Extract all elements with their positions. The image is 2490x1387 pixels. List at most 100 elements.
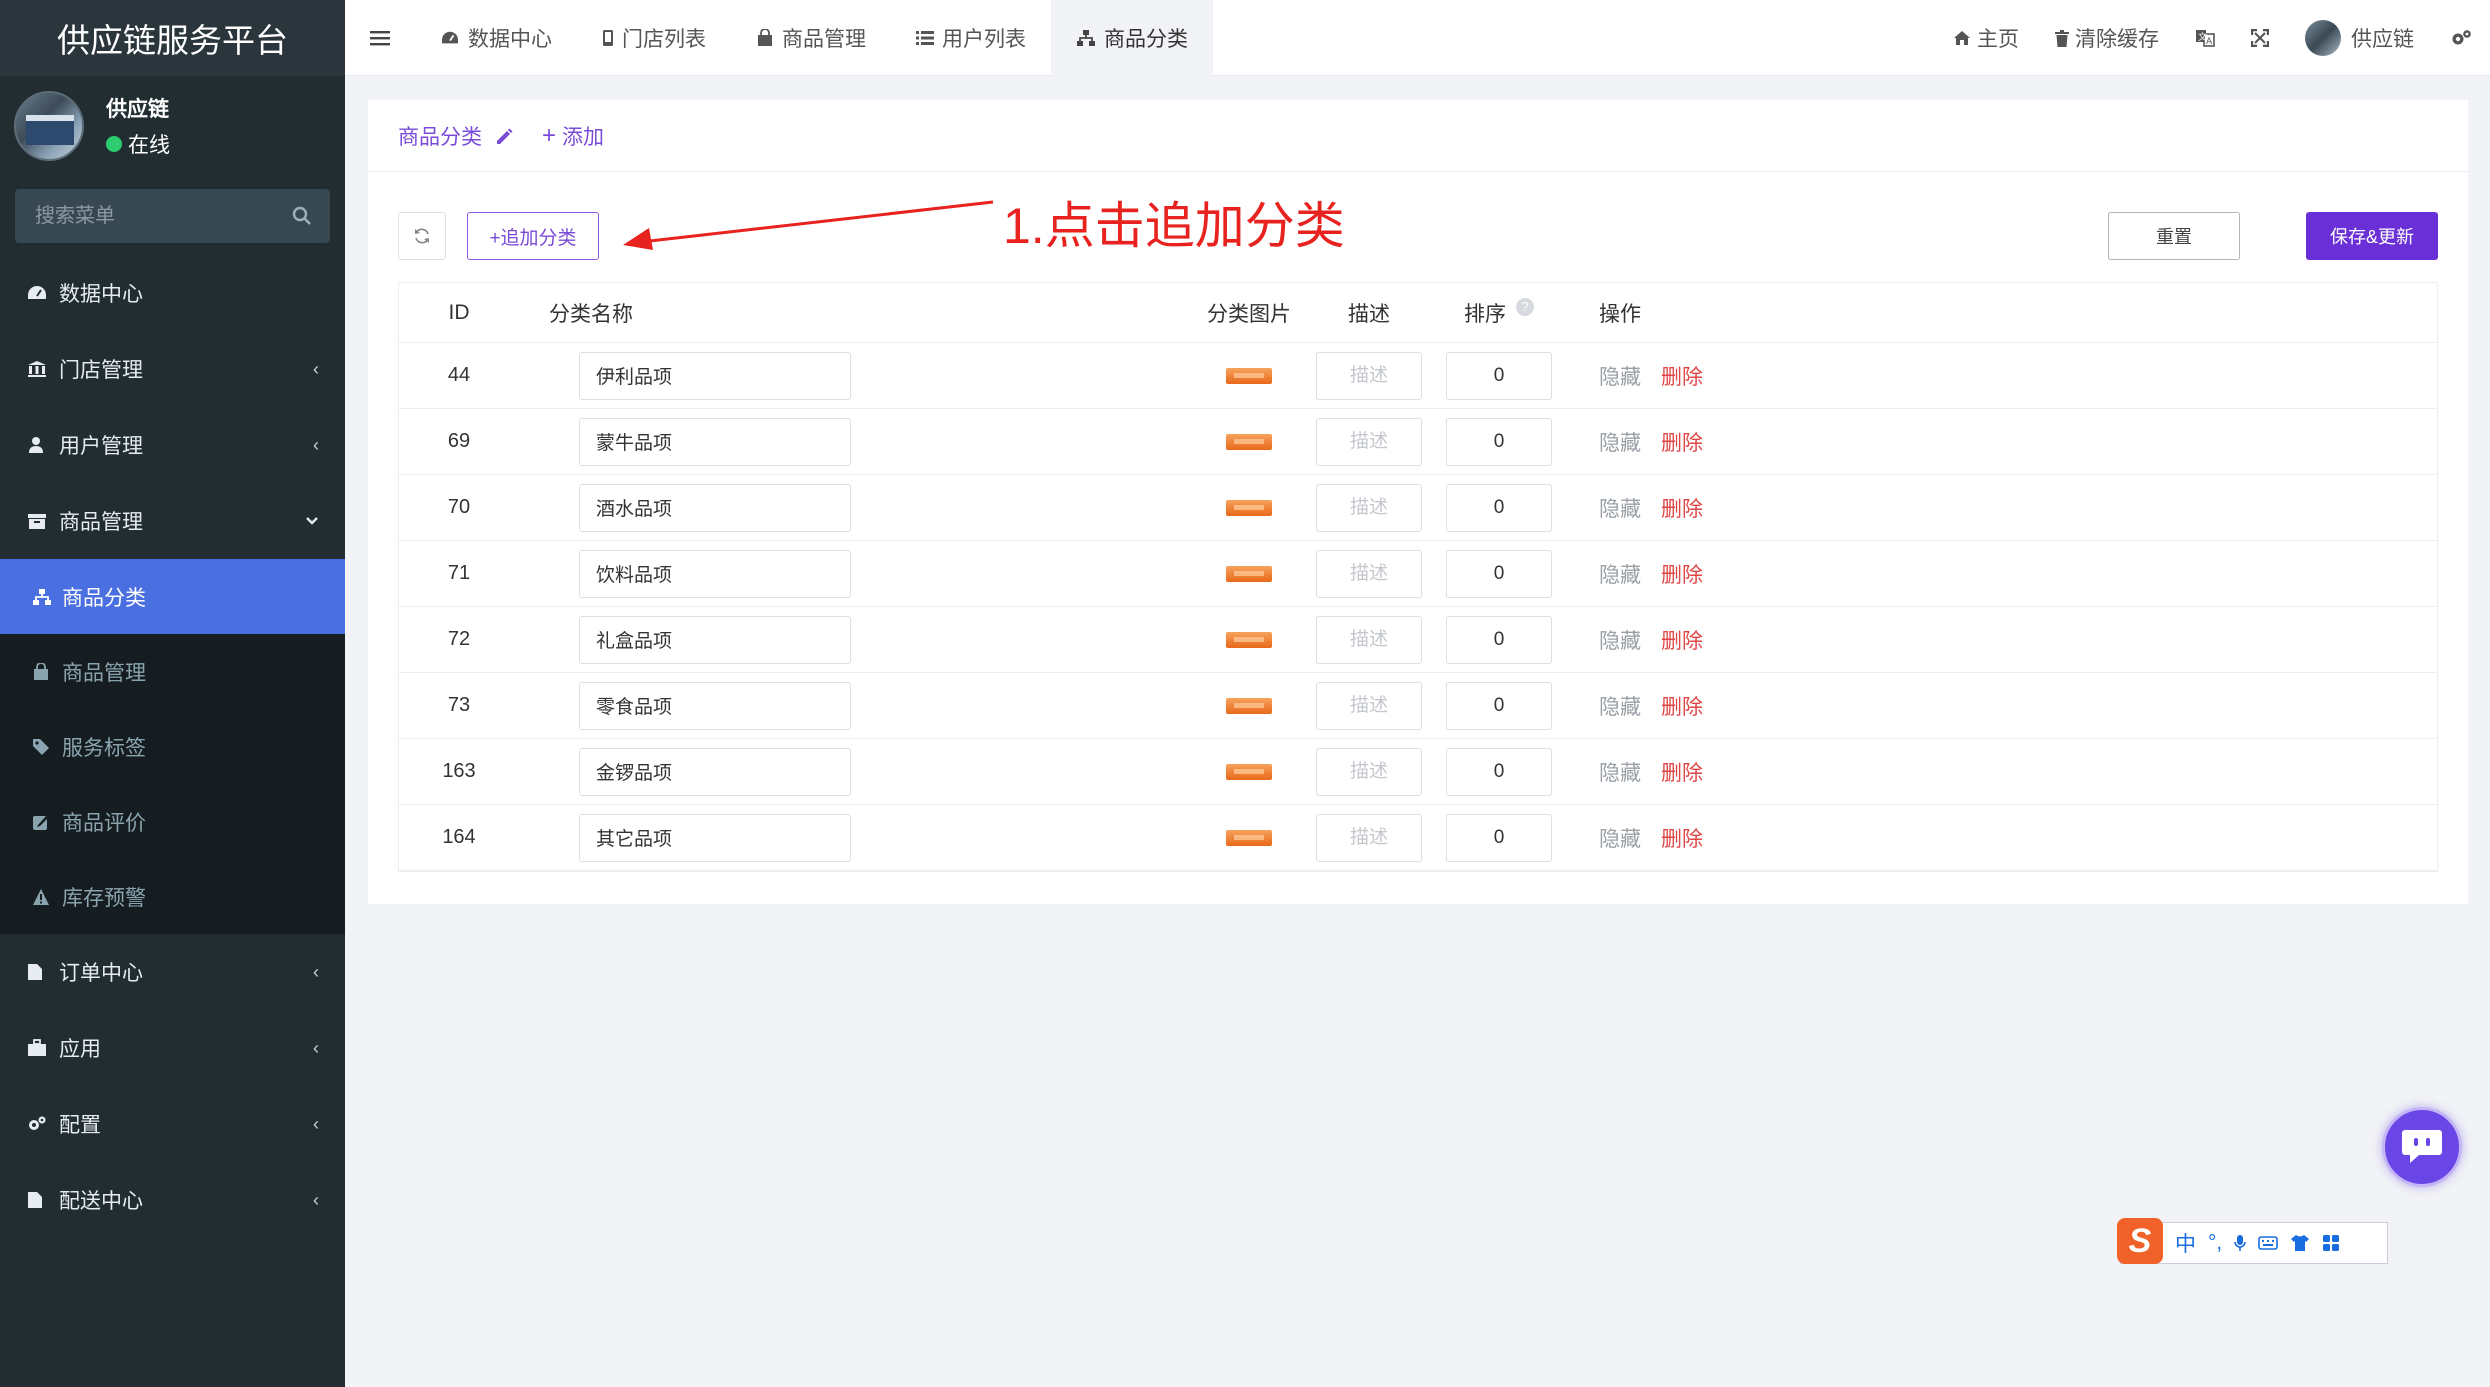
category-sort-input[interactable]: [1446, 483, 1552, 532]
tab-user-list[interactable]: 用户列表: [891, 0, 1051, 76]
category-desc-input[interactable]: [1316, 681, 1422, 730]
menu-toggle-icon[interactable]: [345, 30, 415, 46]
category-thumbnail[interactable]: [1226, 433, 1272, 450]
sidebar-item-service-tags[interactable]: 服务标签: [0, 709, 345, 784]
add-category-button[interactable]: +追加分类: [467, 212, 599, 260]
category-name-input[interactable]: [579, 813, 851, 862]
sidebar-item-label: 商品管理: [59, 511, 143, 534]
bag-icon: [756, 28, 774, 47]
breadcrumb-title[interactable]: 商品分类: [398, 121, 482, 151]
sidebar-item-category[interactable]: 商品分类: [0, 559, 345, 634]
category-thumbnail[interactable]: [1226, 565, 1272, 582]
category-name-input[interactable]: [579, 549, 851, 598]
category-thumbnail[interactable]: [1226, 631, 1272, 648]
tab-category[interactable]: 商品分类: [1051, 0, 1213, 76]
category-thumbnail[interactable]: [1226, 367, 1272, 384]
category-thumbnail[interactable]: [1226, 697, 1272, 714]
delete-button[interactable]: 删除: [1661, 757, 1703, 787]
hide-button[interactable]: 隐藏: [1599, 559, 1641, 589]
category-name-input[interactable]: [579, 747, 851, 796]
sidebar-item-config[interactable]: 配置 ‹: [0, 1086, 345, 1162]
menu-search-input[interactable]: [35, 204, 275, 228]
row-actions: 隐藏 删除: [1569, 823, 2437, 853]
delete-button[interactable]: 删除: [1661, 625, 1703, 655]
delete-button[interactable]: 删除: [1661, 559, 1703, 589]
delete-button[interactable]: 删除: [1661, 691, 1703, 721]
ime-logo[interactable]: S: [2117, 1218, 2163, 1264]
sidebar-item-dashboard[interactable]: 数据中心: [0, 255, 345, 331]
sidebar-item-orders[interactable]: 订单中心 ‹: [0, 934, 345, 1010]
hide-button[interactable]: 隐藏: [1599, 427, 1641, 457]
home-button[interactable]: 主页: [1935, 23, 2037, 53]
question-icon[interactable]: ?: [1516, 297, 1534, 316]
hide-button[interactable]: 隐藏: [1599, 361, 1641, 391]
settings-button[interactable]: [2432, 29, 2490, 47]
category-name-input[interactable]: [579, 615, 851, 664]
col-sort-label: 排序: [1464, 302, 1506, 326]
category-desc-input[interactable]: [1316, 549, 1422, 598]
sidebar-item-apps[interactable]: 应用 ‹: [0, 1010, 345, 1086]
add-link[interactable]: 添加: [562, 121, 604, 151]
sidebar-item-users[interactable]: 用户管理 ‹: [0, 407, 345, 483]
delete-button[interactable]: 删除: [1661, 361, 1703, 391]
sitemap-icon: [1076, 29, 1096, 47]
sidebar-item-stock-alert[interactable]: 库存预警: [0, 859, 345, 934]
hide-button[interactable]: 隐藏: [1599, 823, 1641, 853]
sidebar-item-delivery[interactable]: 配送中心 ‹: [0, 1162, 345, 1238]
clear-cache-button[interactable]: 清除缓存: [2037, 23, 2177, 53]
translate-button[interactable]: 文A: [2177, 29, 2233, 47]
category-thumbnail[interactable]: [1226, 763, 1272, 780]
category-sort-input[interactable]: [1446, 813, 1552, 862]
category-name-input[interactable]: [579, 351, 851, 400]
category-sort-input[interactable]: [1446, 351, 1552, 400]
hide-button[interactable]: 隐藏: [1599, 691, 1641, 721]
category-desc-input[interactable]: [1316, 417, 1422, 466]
punctuation-icon[interactable]: °,: [2208, 1231, 2222, 1255]
chat-assistant-button[interactable]: [2382, 1107, 2462, 1187]
category-sort-input[interactable]: [1446, 615, 1552, 664]
category-name-input[interactable]: [579, 483, 851, 532]
avatar: [14, 91, 84, 161]
reset-button[interactable]: 重置: [2108, 212, 2240, 260]
fullscreen-button[interactable]: [2233, 29, 2287, 47]
category-desc-input[interactable]: [1316, 747, 1422, 796]
category-sort-input[interactable]: [1446, 747, 1552, 796]
tab-product-manage[interactable]: 商品管理: [731, 0, 891, 76]
hide-button[interactable]: 隐藏: [1599, 493, 1641, 523]
refresh-button[interactable]: [398, 212, 446, 260]
delete-button[interactable]: 删除: [1661, 493, 1703, 523]
hide-button[interactable]: 隐藏: [1599, 625, 1641, 655]
pencil-icon[interactable]: [494, 126, 514, 146]
sidebar-item-store[interactable]: 门店管理 ‹: [0, 331, 345, 407]
category-sort-input[interactable]: [1446, 681, 1552, 730]
keyboard-icon[interactable]: [2258, 1236, 2279, 1250]
skin-icon[interactable]: [2290, 1234, 2310, 1252]
ime-mode-toggle[interactable]: 中: [2175, 1228, 2196, 1258]
category-desc-input[interactable]: [1316, 615, 1422, 664]
search-icon[interactable]: [292, 206, 312, 226]
toolbox-icon[interactable]: [2322, 1234, 2340, 1252]
delete-button[interactable]: 删除: [1661, 427, 1703, 457]
sidebar-item-reviews[interactable]: 商品评价: [0, 784, 345, 859]
sitemap-icon: [32, 588, 52, 606]
category-thumbnail[interactable]: [1226, 829, 1272, 846]
hide-button[interactable]: 隐藏: [1599, 757, 1641, 787]
category-desc-input[interactable]: [1316, 351, 1422, 400]
category-name-input[interactable]: [579, 681, 851, 730]
delete-button[interactable]: 删除: [1661, 823, 1703, 853]
save-update-button[interactable]: 保存&更新: [2306, 212, 2438, 260]
sidebar-item-product-manage[interactable]: 商品管理: [0, 634, 345, 709]
category-desc-input[interactable]: [1316, 483, 1422, 532]
category-desc-input[interactable]: [1316, 813, 1422, 862]
sidebar-item-products[interactable]: 商品管理: [0, 483, 345, 559]
category-thumbnail[interactable]: [1226, 499, 1272, 516]
microphone-icon[interactable]: [2234, 1234, 2247, 1252]
tab-store-list[interactable]: 门店列表: [577, 0, 731, 76]
category-sort-input[interactable]: [1446, 417, 1552, 466]
tab-dashboard[interactable]: 数据中心: [415, 0, 577, 76]
brand-title[interactable]: 供应链服务平台: [0, 0, 345, 76]
category-sort-input[interactable]: [1446, 549, 1552, 598]
category-name-input[interactable]: [579, 417, 851, 466]
row-image-cell: [1189, 367, 1309, 384]
user-menu[interactable]: 供应链: [2287, 20, 2432, 56]
